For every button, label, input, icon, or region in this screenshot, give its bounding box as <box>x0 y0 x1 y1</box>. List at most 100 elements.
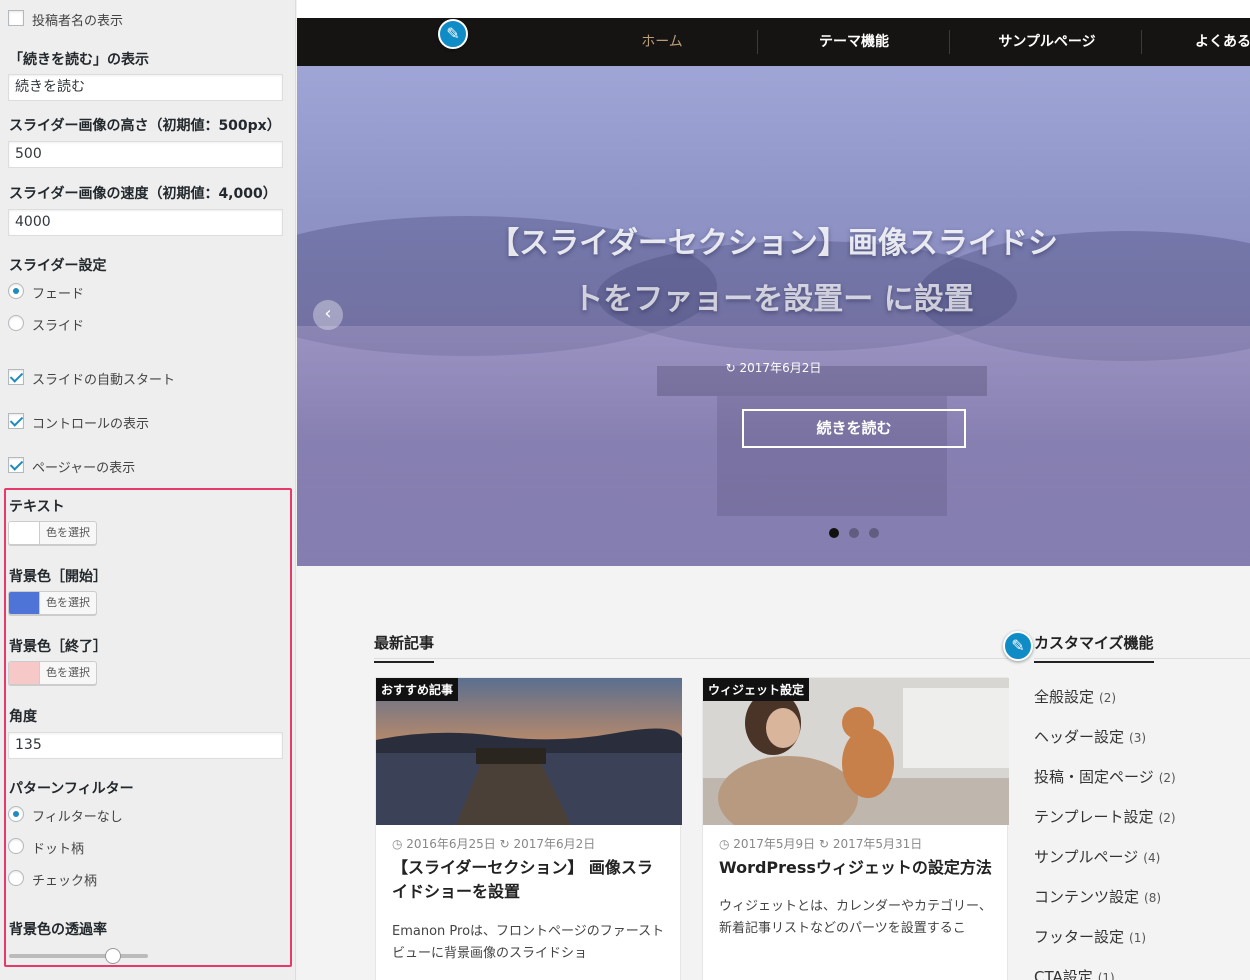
post-card[interactable]: おすすめ記事 ◷ 2016年6月25日 ↻ 2017年6月2日 【スライダーセク… <box>375 677 682 980</box>
slider-mode-fade-radio[interactable] <box>8 283 24 299</box>
updated-date: 2017年6月2日 <box>513 837 596 851</box>
post-category-badge[interactable]: ウィジェット設定 <box>703 678 810 701</box>
sidebar-category-count: (3) <box>1129 731 1147 745</box>
pattern-filter-label: パターンフィルター <box>9 781 134 797</box>
clock-icon: ◷ <box>392 837 407 851</box>
color-select-label: 色を選択 <box>46 526 90 539</box>
post-title[interactable]: 【スライダーセクション】 画像スライドショーを設置 <box>392 856 668 904</box>
bg-end-color-picker[interactable]: 色を選択 <box>8 661 97 685</box>
readmore-input[interactable]: 続きを読む <box>8 74 283 101</box>
post-thumbnail: おすすめ記事 <box>376 678 682 825</box>
sidebar-category-item[interactable]: 投稿・固定ページ (2) <box>1034 766 1176 787</box>
sidebar-category-label: コンテンツ設定 <box>1034 888 1140 906</box>
text-color-picker[interactable]: 色を選択 <box>8 521 97 545</box>
slider-height-input[interactable]: 500 <box>8 141 283 168</box>
sidebar-category-item[interactable]: CTA設定 (1) <box>1034 966 1115 980</box>
pager-dot[interactable] <box>869 528 879 538</box>
bg-end-label: 背景色［終了］ <box>9 639 107 655</box>
nav-theme-features[interactable]: テーマ機能 <box>794 18 914 66</box>
nav-sample-page[interactable]: サンプルページ <box>977 18 1117 66</box>
text-color-label: テキスト <box>9 499 65 515</box>
slider-mode-fade-label: フェード <box>32 287 85 302</box>
sidebar-heading: カスタマイズ機能 <box>1034 632 1154 663</box>
sidebar-category-label: CTA設定 <box>1034 968 1093 980</box>
opacity-slider-track[interactable] <box>9 954 148 958</box>
sidebar-category-count: (2) <box>1158 811 1176 825</box>
bg-end-swatch <box>9 662 40 684</box>
post-excerpt: Emanon Proは、フロントページのファーストビューに背景画像のスライドショ <box>392 924 665 961</box>
latest-heading-rule <box>374 658 1008 659</box>
color-select-label: 色を選択 <box>46 596 90 609</box>
updated-date: 2017年5月31日 <box>832 837 923 851</box>
opacity-label: 背景色の透過率 <box>9 922 107 938</box>
pager-dot[interactable] <box>849 528 859 538</box>
update-icon: ↻ <box>818 837 833 851</box>
post-card[interactable]: ウィジェット設定 ◷ 2017年5月9日 ↻ 2017年5月31日 WordPr… <box>702 677 1009 980</box>
slider-speed-input[interactable]: 4000 <box>8 209 283 236</box>
pattern-check-radio[interactable] <box>8 870 24 886</box>
hero-slider: 【スライダーセクション】画像スライドシ トをファョーを設置ー に設置 ↻ 201… <box>297 66 1250 566</box>
sidebar-category-count: (1) <box>1129 931 1147 945</box>
controls-checkbox[interactable] <box>8 413 24 429</box>
bg-start-color-picker[interactable]: 色を選択 <box>8 591 97 615</box>
update-icon: ↻ <box>725 361 740 375</box>
sidebar-category-label: フッター設定 <box>1034 928 1125 946</box>
published-date: 2016年6月25日 <box>406 837 496 851</box>
update-icon: ↻ <box>499 837 514 851</box>
chevron-left-icon[interactable]: ‹ <box>313 300 343 330</box>
angle-input[interactable]: 135 <box>8 732 283 759</box>
sidebar-category-item[interactable]: 全般設定 (2) <box>1034 686 1116 707</box>
post-thumbnail: ウィジェット設定 <box>703 678 1009 825</box>
hero-readmore-button[interactable]: 続きを読む <box>742 409 966 448</box>
edit-pencil-icon[interactable]: ✎ <box>1003 631 1033 661</box>
post-title[interactable]: WordPressウィジェットの設定方法 <box>719 856 995 880</box>
color-select-label: 色を選択 <box>46 666 90 679</box>
pattern-none-label: フィルターなし <box>32 810 123 825</box>
post-dates: ◷ 2017年5月9日 ↻ 2017年5月31日 <box>719 835 922 852</box>
autostart-label: スライドの自動スタート <box>32 373 176 388</box>
nav-separator <box>757 30 758 54</box>
sidebar-category-label: 投稿・固定ページ <box>1034 768 1154 786</box>
published-date: 2017年5月9日 <box>733 837 816 851</box>
pattern-dot-radio[interactable] <box>8 838 24 854</box>
hero-pager <box>829 528 879 538</box>
pager-dot[interactable] <box>829 528 839 538</box>
hero-date-text: 2017年6月2日 <box>739 361 822 375</box>
sidebar-category-item[interactable]: フッター設定 (1) <box>1034 926 1146 947</box>
sidebar-category-count: (1) <box>1097 971 1115 980</box>
hero-date: ↻ 2017年6月2日 <box>297 359 1250 376</box>
latest-posts-heading: 最新記事 <box>374 632 435 663</box>
post-category-badge[interactable]: おすすめ記事 <box>376 678 459 701</box>
edit-pencil-icon[interactable]: ✎ <box>438 19 468 49</box>
post-dates: ◷ 2016年6月25日 ↻ 2017年6月2日 <box>392 835 595 852</box>
angle-label: 角度 <box>9 709 37 725</box>
slider-mode-slide-label: スライド <box>32 319 85 334</box>
show-author-checkbox[interactable] <box>8 10 24 26</box>
post-excerpt: ウィジェットとは、カレンダーやカテゴリー、新着記事リストなどのパーツを設置するこ <box>719 899 992 936</box>
sidebar-category-item[interactable]: テンプレート設定 (2) <box>1034 806 1176 827</box>
hero-title-line2: トをファョーを設置ー に設置 <box>573 282 974 317</box>
sidebar-category-item[interactable]: コンテンツ設定 (8) <box>1034 886 1161 907</box>
nav-faq[interactable]: よくある <box>1195 18 1250 66</box>
customizer-panel: 投稿者名の表示 「続きを読む」の表示 続きを読む スライダー画像の高さ（初期値：… <box>0 0 296 980</box>
slider-mode-slide-radio[interactable] <box>8 315 24 331</box>
text-color-swatch <box>9 522 40 544</box>
slider-height-label: スライダー画像の高さ（初期値：500px） <box>9 118 281 134</box>
pattern-none-radio[interactable] <box>8 806 24 822</box>
sidebar-category-count: (2) <box>1099 691 1117 705</box>
nav-separator <box>1141 30 1142 54</box>
controls-label: コントロールの表示 <box>32 417 150 432</box>
sidebar-category-count: (4) <box>1143 851 1161 865</box>
pager-checkbox[interactable] <box>8 457 24 473</box>
autostart-checkbox[interactable] <box>8 369 24 385</box>
pattern-dot-label: ドット柄 <box>32 842 85 857</box>
sidebar-category-label: テンプレート設定 <box>1034 808 1154 826</box>
sidebar-category-item[interactable]: ヘッダー設定 (3) <box>1034 726 1146 747</box>
slider-setting-label: スライダー設定 <box>9 258 107 274</box>
sidebar-category-label: サンプルページ <box>1034 848 1139 866</box>
clock-icon: ◷ <box>719 837 734 851</box>
nav-home[interactable]: ホーム <box>602 18 722 66</box>
bg-start-swatch <box>9 592 40 614</box>
bg-start-label: 背景色［開始］ <box>9 569 107 585</box>
sidebar-category-item[interactable]: サンプルページ (4) <box>1034 846 1160 867</box>
